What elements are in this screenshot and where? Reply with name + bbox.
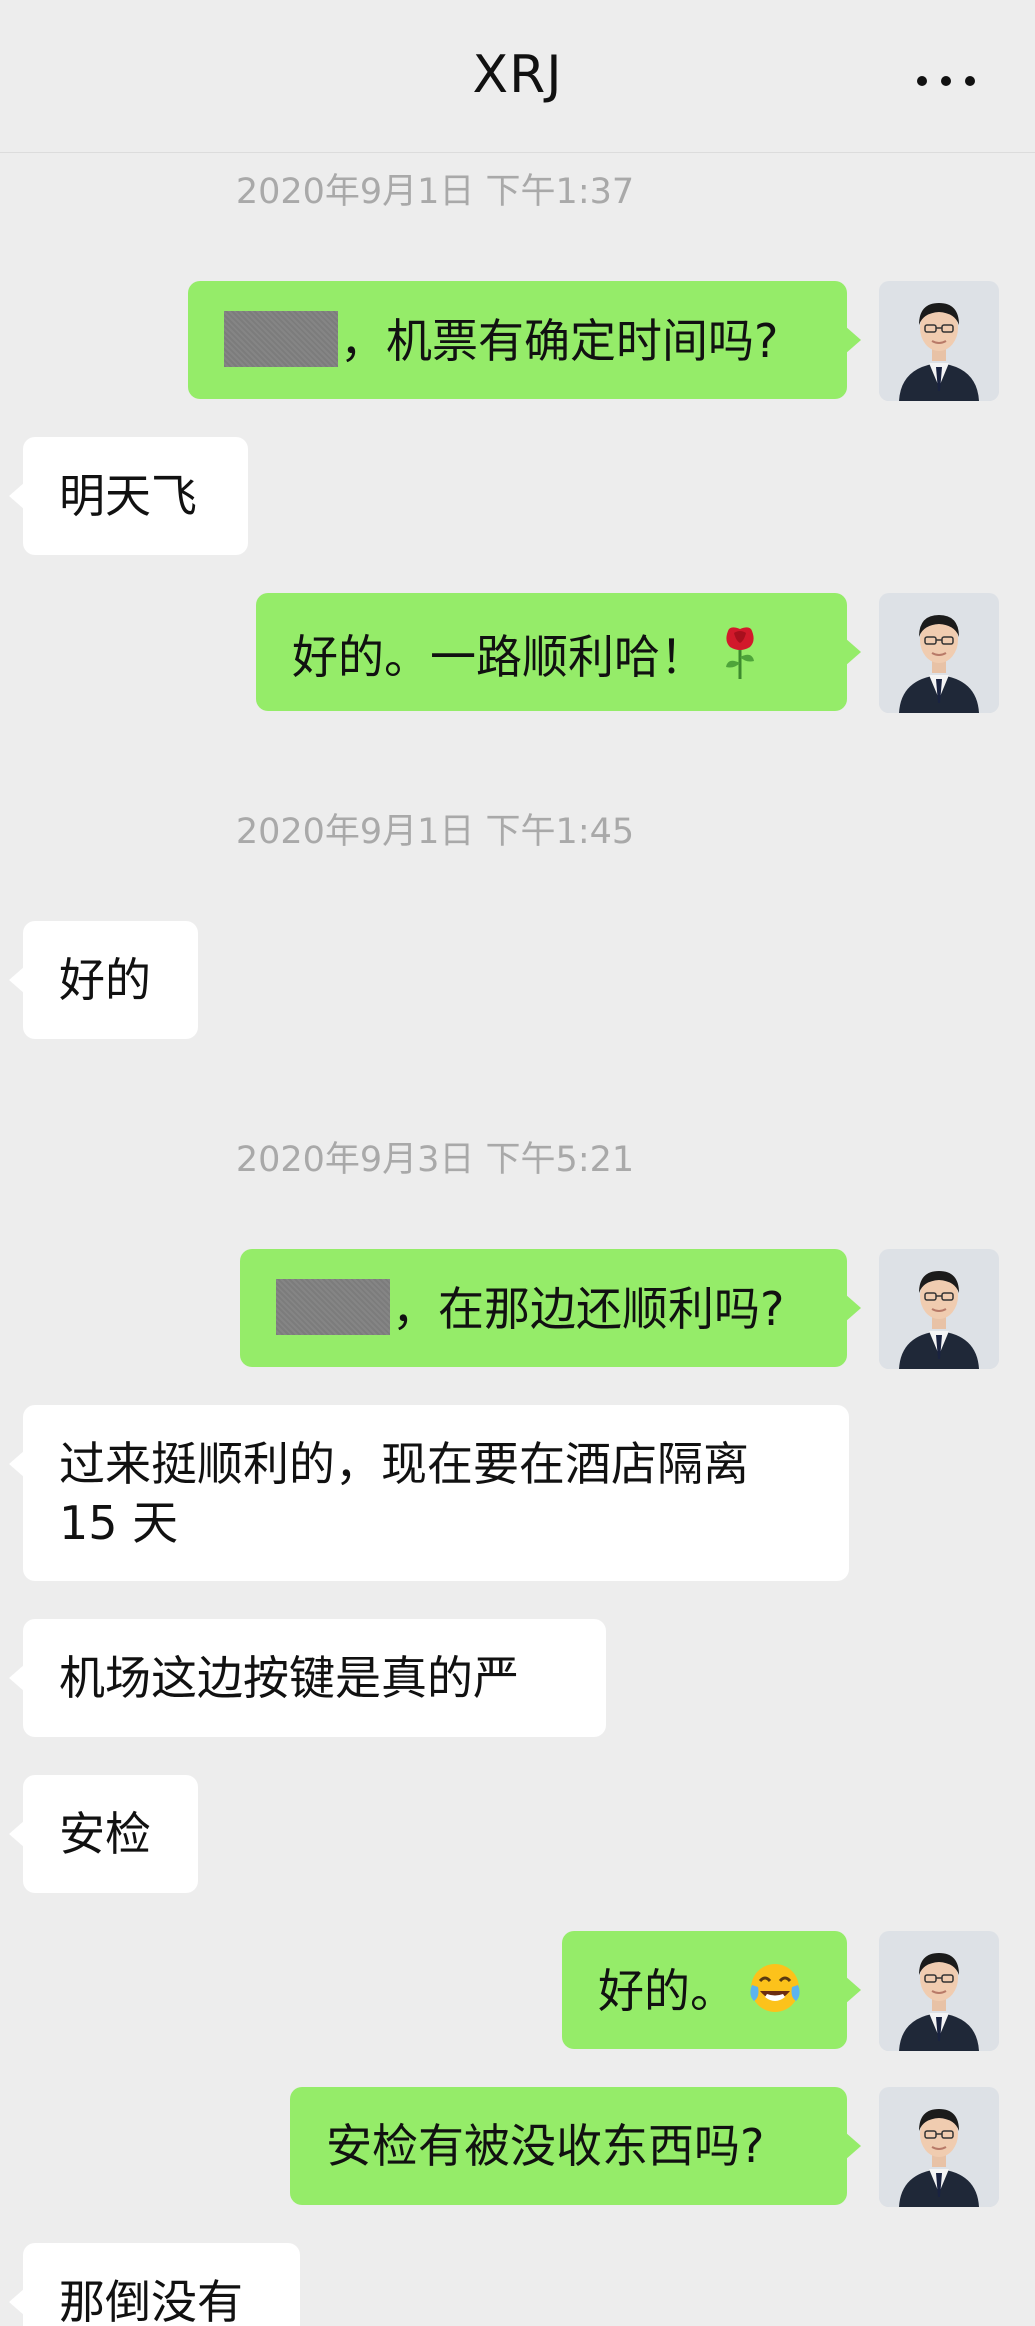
rose-icon: [718, 623, 762, 695]
message-text: 安检: [59, 1807, 151, 1861]
message-text: ，机票有确定时间吗?: [340, 314, 779, 368]
message-text-line: 15 天: [59, 1496, 179, 1550]
timestamp: 2020年9月1日 下午1:37: [235, 172, 635, 212]
more-options-icon[interactable]: [917, 75, 975, 87]
message-bubble-sent[interactable]: ，机票有确定时间吗?: [188, 281, 861, 399]
message-text: 好的: [59, 953, 151, 1007]
message-bubble-received[interactable]: 安检: [9, 1775, 198, 1893]
message-bubble-sent[interactable]: 好的。一路顺利哈！: [256, 593, 861, 711]
message-text: 好的。一路顺利哈！: [292, 630, 706, 684]
message-text-line: 过来挺顺利的，现在要在酒店隔离: [59, 1437, 749, 1491]
timestamp: 2020年9月3日 下午5:21: [235, 1140, 635, 1180]
message-bubble-sent[interactable]: 安检有被没收东西吗?: [290, 2087, 861, 2205]
message-bubble-received[interactable]: 好的: [9, 921, 198, 1039]
chat-title: XRJ: [472, 45, 563, 105]
redacted-name: [224, 311, 338, 367]
message-text: 安检有被没收东西吗?: [326, 2119, 765, 2173]
message-bubble-sent[interactable]: 好的。: [562, 1931, 861, 2049]
message-text: ，在那边还顺利吗?: [392, 1282, 785, 1336]
chat-screen: XRJ 2020年9月1日 下午1:37 ，机票有确定时间吗? 明天飞 好的。一…: [0, 0, 1035, 2326]
chat-header: XRJ: [0, 0, 1035, 153]
timestamp: 2020年9月1日 下午1:45: [235, 812, 635, 852]
message-bubble-received[interactable]: 明天飞: [9, 437, 248, 555]
avatar[interactable]: [879, 593, 999, 713]
tears-of-joy-icon: [748, 1961, 802, 2029]
message-text: 明天飞: [59, 469, 197, 523]
message-bubble-sent[interactable]: ，在那边还顺利吗?: [240, 1249, 861, 1367]
avatar[interactable]: [879, 1249, 999, 1369]
avatar[interactable]: [879, 1931, 999, 2051]
message-bubble-received[interactable]: 机场这边按键是真的严: [9, 1619, 606, 1737]
redacted-name: [276, 1279, 390, 1335]
avatar[interactable]: [879, 281, 999, 401]
message-text: 机场这边按键是真的严: [59, 1651, 519, 1705]
message-bubble-received[interactable]: 过来挺顺利的，现在要在酒店隔离 15 天: [9, 1405, 849, 1581]
message-text: 好的。: [598, 1964, 736, 2018]
message-bubble-received[interactable]: 那倒没有: [9, 2243, 300, 2326]
avatar[interactable]: [879, 2087, 999, 2207]
message-text: 那倒没有: [59, 2275, 243, 2326]
